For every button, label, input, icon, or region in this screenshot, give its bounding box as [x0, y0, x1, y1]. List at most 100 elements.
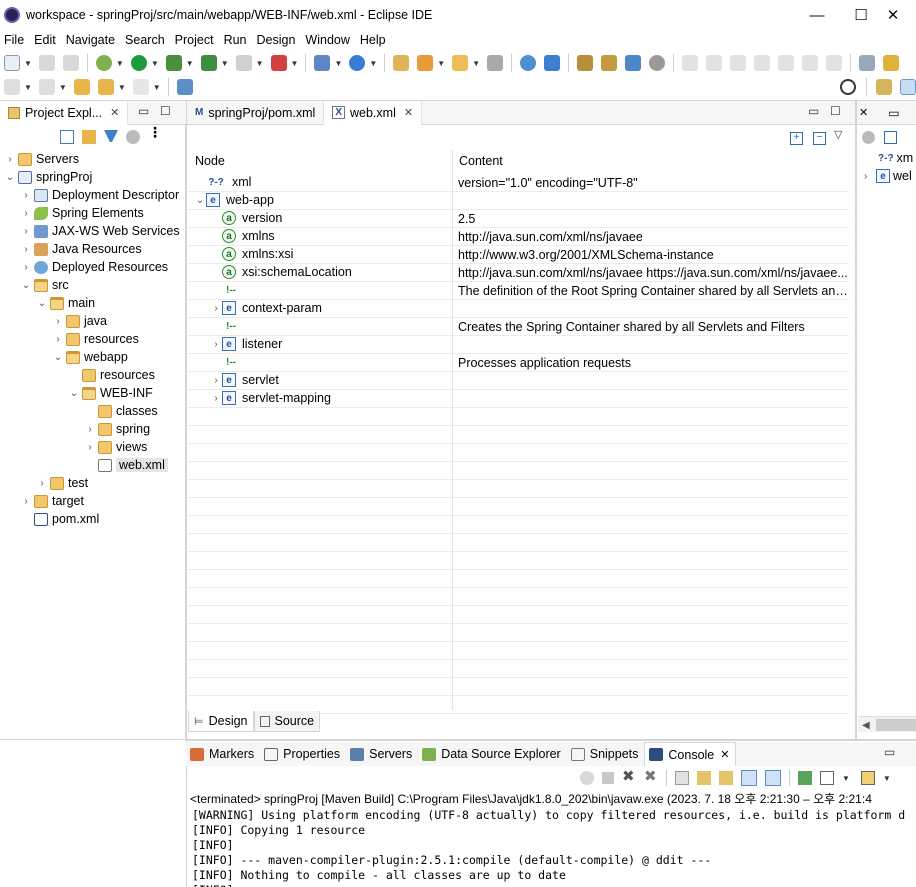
- terminate-icon[interactable]: [730, 55, 747, 71]
- grid-row-pi[interactable]: ?-? xml version="1.0" encoding="UTF-8": [188, 174, 849, 192]
- tree-item[interactable]: resources: [0, 366, 186, 384]
- stop-icon[interactable]: [235, 55, 252, 71]
- close-tab-icon[interactable]: ✕: [110, 106, 119, 119]
- open-type-icon[interactable]: [393, 55, 410, 71]
- collapse-all-icon[interactable]: [884, 131, 897, 144]
- dropdown-icon[interactable]: ▼: [291, 59, 299, 68]
- content-cell[interactable]: version="1.0" encoding="UTF-8": [458, 176, 848, 190]
- minimize-editor-icon[interactable]: ▭: [808, 104, 819, 118]
- resume-icon[interactable]: [682, 55, 699, 71]
- filter-icon[interactable]: [104, 130, 118, 144]
- debug-icon[interactable]: [95, 55, 112, 71]
- grid-row-attribute[interactable]: a version 2.5: [188, 210, 849, 228]
- menu-run[interactable]: Run: [220, 33, 253, 47]
- dropdown-icon[interactable]: ▼: [369, 59, 377, 68]
- node-cell[interactable]: a version: [210, 211, 282, 225]
- link-icon[interactable]: [487, 55, 504, 71]
- tree-item[interactable]: pom.xml: [0, 510, 186, 528]
- grid-row-comment[interactable]: !-- Processes application requests: [188, 354, 849, 372]
- grid-row-attribute[interactable]: a xsi:schemaLocation http://java.sun.com/x…: [188, 264, 849, 282]
- dropdown-icon[interactable]: ▼: [186, 59, 194, 68]
- close-tab-icon[interactable]: ✕: [720, 748, 729, 761]
- grid-row-attribute[interactable]: a xmlns http://java.sun.com/xml/ns/javaee: [188, 228, 849, 246]
- tree-item[interactable]: ⌄ WEB-INF: [0, 384, 186, 402]
- chevron-right-icon[interactable]: ›: [84, 424, 96, 435]
- menu-navigate[interactable]: Navigate: [62, 33, 121, 47]
- focus-icon[interactable]: [126, 130, 140, 144]
- show-on-stdout-icon[interactable]: [741, 770, 757, 786]
- step-return-icon[interactable]: [826, 55, 843, 71]
- scroll-left-icon[interactable]: ◀: [862, 720, 870, 731]
- tree-item[interactable]: › Deployment Descriptor: [0, 186, 186, 204]
- chevron-down-icon[interactable]: ⌄: [68, 388, 80, 399]
- node-cell[interactable]: ?-? xml: [194, 175, 251, 189]
- tab-markers[interactable]: Markers: [186, 742, 260, 766]
- chevron-right-icon[interactable]: ›: [864, 171, 876, 182]
- dropdown-icon[interactable]: ▼: [153, 83, 161, 92]
- tree-item[interactable]: web.xml: [0, 456, 186, 474]
- annotation-nav-icon[interactable]: [883, 55, 900, 71]
- dropdown-icon[interactable]: ▼: [24, 59, 32, 68]
- chevron-right-icon[interactable]: ›: [20, 190, 32, 201]
- dropdown-icon[interactable]: ▼: [256, 59, 264, 68]
- dropdown-icon[interactable]: ▼: [24, 83, 32, 92]
- tree-item[interactable]: › views: [0, 438, 186, 456]
- terminate-icon[interactable]: [602, 772, 614, 784]
- grid-row-element[interactable]: › e context-param: [188, 300, 849, 318]
- tree-item[interactable]: › spring: [0, 420, 186, 438]
- chevron-right-icon[interactable]: ›: [210, 339, 222, 350]
- chevron-right-icon[interactable]: ›: [20, 208, 32, 219]
- word-wrap-icon[interactable]: [719, 771, 733, 785]
- tab-design[interactable]: ⊨ Design: [188, 711, 254, 732]
- grid-row-comment[interactable]: !-- Creates the Spring Container shared …: [188, 318, 849, 336]
- tree-item[interactable]: › resources: [0, 330, 186, 348]
- maximize-editor-icon[interactable]: ☐: [830, 104, 841, 118]
- open-folder-icon[interactable]: [452, 55, 469, 71]
- chevron-right-icon[interactable]: ›: [52, 334, 64, 345]
- maximize-view-icon[interactable]: ☐: [160, 104, 171, 118]
- content-cell[interactable]: http://java.sun.com/xml/ns/javaee https:…: [458, 266, 848, 280]
- external-tools-icon[interactable]: [200, 55, 217, 71]
- scroll-lock-icon[interactable]: [697, 771, 711, 785]
- dropdown-icon[interactable]: ▼: [116, 59, 124, 68]
- new-icon[interactable]: [4, 55, 20, 71]
- step-over-icon[interactable]: [802, 55, 819, 71]
- menu-edit[interactable]: Edit: [30, 33, 62, 47]
- node-column-header[interactable]: Node: [195, 154, 225, 168]
- tab-pom-xml[interactable]: M springProj/pom.xml: [187, 100, 325, 125]
- open-task-icon[interactable]: [417, 55, 434, 71]
- grid-row-comment[interactable]: !-- The definition of the Root Spring Co…: [188, 282, 849, 300]
- tab-servers[interactable]: Servers: [346, 742, 418, 766]
- node-cell[interactable]: a xmlns:xsi: [210, 247, 293, 261]
- chevron-down-icon[interactable]: ⌄: [4, 172, 16, 183]
- tree-item[interactable]: › Java Resources: [0, 240, 186, 258]
- new-java-project-icon[interactable]: [314, 55, 331, 71]
- close-button[interactable]: ✕: [870, 0, 916, 30]
- tab-snippets[interactable]: Snippets: [567, 742, 645, 766]
- tree-item[interactable]: › test: [0, 474, 186, 492]
- node-cell[interactable]: !--: [210, 283, 246, 297]
- chevron-down-icon[interactable]: ⌄: [52, 352, 64, 363]
- grid-row-element[interactable]: › e servlet-mapping: [188, 390, 849, 408]
- tree-item[interactable]: › JAX-WS Web Services: [0, 222, 186, 240]
- chevron-right-icon[interactable]: ›: [4, 154, 16, 165]
- pin-icon[interactable]: [649, 55, 666, 71]
- view-menu-icon[interactable]: ⋮: [148, 125, 162, 144]
- relaunch-icon[interactable]: [580, 771, 594, 785]
- grid-row-attribute[interactable]: a xmlns:xsi http://www.w3.org/2001/XMLSche…: [188, 246, 849, 264]
- link-editor-icon[interactable]: [82, 130, 96, 144]
- minimize-view-icon[interactable]: ▭: [138, 104, 149, 118]
- close-tab-icon[interactable]: ✕: [859, 106, 868, 119]
- chevron-right-icon[interactable]: ›: [20, 262, 32, 273]
- menu-design[interactable]: Design: [253, 33, 302, 47]
- chevron-right-icon[interactable]: ›: [20, 226, 32, 237]
- tree-item[interactable]: ⌄ src: [0, 276, 186, 294]
- content-cell[interactable]: Creates the Spring Container shared by a…: [458, 320, 848, 334]
- tree-item[interactable]: ⌄ main: [0, 294, 186, 312]
- chevron-right-icon[interactable]: ›: [36, 478, 48, 489]
- open-console-icon[interactable]: [860, 771, 875, 785]
- tree-item[interactable]: classes: [0, 402, 186, 420]
- chevron-right-icon[interactable]: ›: [84, 442, 96, 453]
- clear-console-icon[interactable]: [675, 771, 689, 785]
- chevron-down-icon[interactable]: ⌄: [194, 195, 206, 206]
